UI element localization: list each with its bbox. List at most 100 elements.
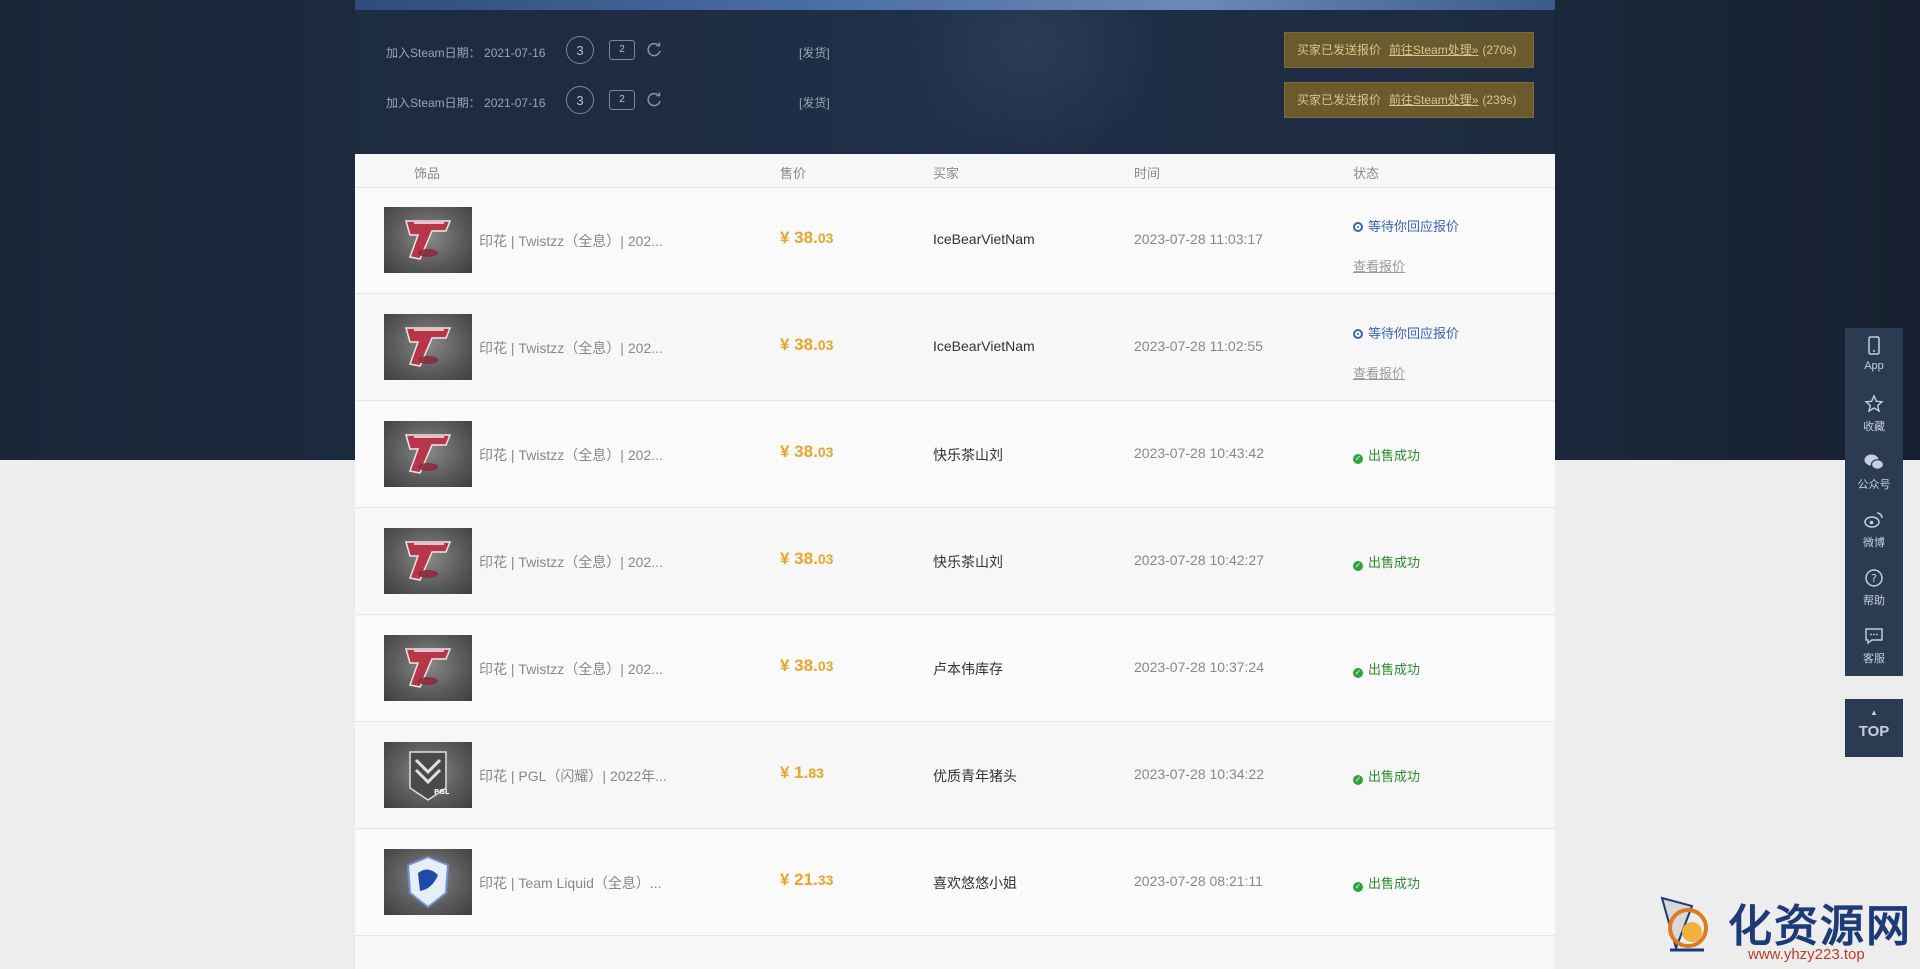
sidebar-item-app[interactable]: App	[1845, 328, 1903, 386]
countdown-timer: (270s)	[1482, 43, 1517, 57]
sale-time: 2023-07-28 10:42:27	[1134, 552, 1264, 568]
refresh-icon[interactable]	[645, 41, 663, 59]
header-buyer: 买家	[933, 166, 960, 181]
sidebar-item-label: 收藏	[1863, 421, 1885, 433]
help-icon: ?	[1865, 569, 1883, 587]
level-badge[interactable]: 2	[609, 40, 635, 60]
banner-strip	[355, 0, 1555, 10]
check-circle-icon: ✓	[1353, 668, 1363, 678]
chat-icon	[1865, 628, 1883, 645]
pending-status-icon	[1353, 222, 1363, 232]
sidebar-item-service[interactable]: 客服	[1845, 618, 1903, 676]
item-price: ¥ 21.33	[780, 870, 834, 889]
countdown-timer: (239s)	[1482, 93, 1517, 107]
header-item: 饰品	[414, 166, 441, 181]
sidebar-item-help[interactable]: ? 帮助	[1845, 560, 1903, 618]
pending-status-icon	[1353, 329, 1363, 339]
item-name[interactable]: 印花 | Twistzz（全息）| 202...	[479, 445, 663, 465]
buyer-name: IceBearVietNam	[933, 338, 1035, 354]
sale-time: 2023-07-28 10:37:24	[1134, 659, 1264, 675]
join-date-text: 加入Steam日期： 2021-07-16	[386, 96, 546, 110]
buyer-name: 快乐茶山刘	[933, 447, 1003, 463]
refresh-icon[interactable]	[645, 91, 663, 109]
buyer-name: 卢本伟库存	[933, 661, 1003, 677]
header-price: 售价	[780, 166, 807, 181]
item-name[interactable]: 印花 | Twistzz（全息）| 202...	[479, 659, 663, 679]
buyer-offer-notice: 买家已发送报价 前往Steam处理» (270s)	[1284, 32, 1534, 68]
watermark-logo-icon	[1660, 896, 1708, 952]
sidebar-item-weibo[interactable]: 微博	[1845, 502, 1903, 560]
ship-tag: [发货]	[799, 96, 830, 110]
item-thumbnail[interactable]	[384, 207, 472, 273]
ship-tag: [发货]	[799, 46, 830, 60]
view-offer-link[interactable]: 查看报价	[1353, 256, 1405, 275]
floating-sidebar: App 收藏 公众号 微博 ? 帮助 客服	[1845, 328, 1903, 676]
header-time: 时间	[1134, 166, 1161, 181]
check-circle-icon: ✓	[1353, 561, 1363, 571]
sidebar-item-label: 公众号	[1857, 479, 1891, 491]
star-icon	[1864, 394, 1884, 413]
sidebar-item-label: 微博	[1863, 537, 1885, 549]
buyer-name: 优质青年猪头	[933, 768, 1017, 784]
check-circle-icon: ✓	[1353, 882, 1363, 892]
buyer-offer-notice: 买家已发送报价 前往Steam处理» (239s)	[1284, 82, 1534, 118]
status-success: ✓ 出售成功	[1353, 448, 1421, 464]
sidebar-item-label: 客服	[1863, 653, 1885, 665]
item-thumbnail[interactable]	[384, 314, 472, 380]
item-price: ¥ 38.03	[780, 228, 834, 247]
watermark: 化资源网 www.yhzy223.top	[1652, 888, 1914, 969]
status-waiting[interactable]: 等待你回应报价	[1353, 323, 1459, 342]
table-row: PGL 印花 | PGL（闪耀）| 2022年... ¥ 1.83 优质青年猪头 202…	[355, 723, 1555, 829]
wechat-icon	[1864, 454, 1885, 470]
item-thumbnail[interactable]	[384, 421, 472, 487]
item-price: ¥ 38.03	[780, 442, 834, 461]
item-thumbnail[interactable]	[384, 635, 472, 701]
item-name[interactable]: 印花 | Twistzz（全息）| 202...	[479, 338, 663, 358]
offer-row: 加入Steam日期： 2021-07-16 3 2 [发货] 买家已发送报价 前往…	[355, 32, 1555, 72]
table-row: 印花 | Twistzz（全息）| 202... ¥ 38.03 快乐茶山刘 2023…	[355, 509, 1555, 615]
header-status: 状态	[1353, 166, 1380, 181]
table-row: 印花 | Twistzz（全息）| 202... ¥ 38.03 快乐茶山刘 2023…	[355, 402, 1555, 508]
view-offer-link[interactable]: 查看报价	[1353, 363, 1405, 382]
offer-count-badge[interactable]: 3	[566, 86, 594, 114]
item-name[interactable]: 印花 | Team Liquid（全息）...	[479, 873, 662, 893]
sidebar-item-favorite[interactable]: 收藏	[1845, 386, 1903, 444]
buyer-name: IceBearVietNam	[933, 231, 1035, 247]
status-success: ✓ 出售成功	[1353, 555, 1421, 571]
status-success: ✓ 出售成功	[1353, 662, 1421, 678]
item-thumbnail[interactable]: PGL	[384, 742, 472, 808]
check-circle-icon: ✓	[1353, 775, 1363, 785]
status-success: ✓ 出售成功	[1353, 876, 1421, 892]
table-row: 印花 | Twistzz（全息）| 202... ¥ 38.03 卢本伟库存 2023…	[355, 616, 1555, 722]
sale-time: 2023-07-28 10:43:42	[1134, 445, 1264, 461]
item-name[interactable]: 印花 | PGL（闪耀）| 2022年...	[479, 766, 667, 786]
item-thumbnail[interactable]	[384, 849, 472, 915]
goto-steam-link[interactable]: 前往Steam处理»	[1389, 93, 1478, 107]
phone-icon	[1868, 336, 1880, 355]
table-header: 饰品 售价 买家 时间 状态	[355, 154, 1555, 188]
sale-time: 2023-07-28 10:34:22	[1134, 766, 1264, 782]
sale-time: 2023-07-28 08:21:11	[1134, 873, 1263, 889]
sidebar-item-wechat[interactable]: 公众号	[1845, 444, 1903, 502]
buyer-name: 喜欢悠悠小姐	[933, 875, 1017, 891]
sale-time: 2023-07-28 11:03:17	[1134, 231, 1263, 247]
item-price: ¥ 38.03	[780, 335, 834, 354]
goto-steam-link[interactable]: 前往Steam处理»	[1389, 43, 1478, 57]
up-arrow-icon: ▲	[1870, 708, 1878, 717]
back-to-top-button[interactable]: ▲ TOP	[1845, 699, 1903, 757]
item-price: ¥ 38.03	[780, 656, 834, 675]
sales-table: 饰品 售价 买家 时间 状态 印花 | Twistzz（全息）| 202... ¥…	[355, 154, 1555, 969]
status-success: ✓ 出售成功	[1353, 769, 1421, 785]
item-price: ¥ 1.83	[780, 763, 824, 782]
offer-count-badge[interactable]: 3	[566, 36, 594, 64]
sale-time: 2023-07-28 11:02:55	[1134, 338, 1263, 354]
pending-offers-panel: 加入Steam日期： 2021-07-16 3 2 [发货] 买家已发送报价 前往…	[355, 10, 1555, 154]
sidebar-item-label: App	[1864, 360, 1884, 372]
item-name[interactable]: 印花 | Twistzz（全息）| 202...	[479, 231, 663, 251]
status-waiting[interactable]: 等待你回应报价	[1353, 216, 1459, 235]
item-name[interactable]: 印花 | Twistzz（全息）| 202...	[479, 552, 663, 572]
join-date-text: 加入Steam日期： 2021-07-16	[386, 46, 546, 60]
item-thumbnail[interactable]	[384, 528, 472, 594]
level-badge[interactable]: 2	[609, 90, 635, 110]
watermark-text: 化资源网	[1728, 901, 1912, 952]
